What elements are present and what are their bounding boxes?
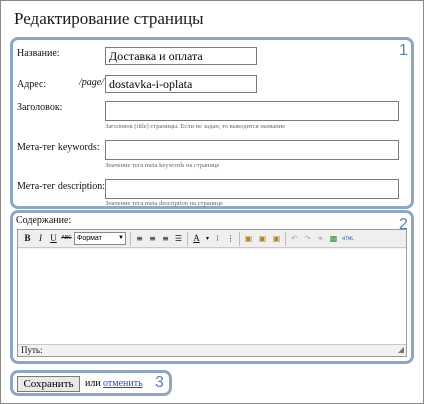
align-center-icon[interactable]: ≡ bbox=[146, 232, 159, 245]
description-input[interactable] bbox=[105, 179, 399, 199]
image-icon[interactable]: ▩ bbox=[327, 232, 340, 245]
toolbar-divider bbox=[239, 232, 240, 246]
heading-hint: Заголовок (title) страницы. Если не зада… bbox=[105, 123, 285, 130]
format-select-value: Формат bbox=[77, 235, 102, 242]
address-input[interactable]: dostavka-i-oplata bbox=[105, 75, 257, 93]
strikethrough-button[interactable]: ABC bbox=[60, 232, 73, 245]
redo-icon[interactable]: ↷ bbox=[301, 232, 314, 245]
html-source-button[interactable]: HTML bbox=[340, 232, 356, 245]
paste-word-icon[interactable]: ▣ bbox=[270, 232, 283, 245]
actions-section: Сохранить или отменить 3 bbox=[10, 370, 172, 396]
cancel-link[interactable]: отменить bbox=[103, 378, 143, 389]
bullet-list-icon[interactable]: ⁝ bbox=[211, 232, 224, 245]
keywords-label: Мета-тег keywords: bbox=[17, 142, 100, 153]
heading-input[interactable] bbox=[105, 101, 399, 121]
name-input[interactable]: Доставка и оплата bbox=[105, 47, 257, 65]
toolbar-divider bbox=[285, 232, 286, 246]
page-title: Редактирование страницы bbox=[14, 9, 204, 28]
editor-content-area[interactable] bbox=[18, 249, 406, 345]
paste-icon[interactable]: ▣ bbox=[242, 232, 255, 245]
save-button[interactable]: Сохранить bbox=[17, 376, 80, 392]
name-label: Название: bbox=[17, 48, 60, 59]
align-justify-icon[interactable]: ☰ bbox=[172, 232, 185, 245]
rich-text-editor: B I U ABC Формат ▼ ≡ ≡ ≡ ☰ A ▾ ⁝ ⋮ ▣ ▣ ▣… bbox=[17, 229, 407, 357]
undo-icon[interactable]: ↶ bbox=[288, 232, 301, 245]
keywords-input[interactable] bbox=[105, 140, 399, 160]
content-section: 2 Содержание: B I U ABC Формат ▼ ≡ ≡ ≡ ☰… bbox=[10, 210, 414, 364]
paste-text-icon[interactable]: ▣ bbox=[256, 232, 269, 245]
italic-button[interactable]: I bbox=[34, 232, 47, 245]
numbered-list-icon[interactable]: ⋮ bbox=[224, 232, 237, 245]
format-select[interactable]: Формат ▼ bbox=[74, 232, 126, 245]
bold-button[interactable]: B bbox=[21, 232, 34, 245]
editor-path-label: Путь: bbox=[21, 345, 43, 355]
keywords-hint: Значение тега meta keywords на странице bbox=[105, 162, 220, 169]
content-label: Содержание: bbox=[16, 215, 72, 226]
description-label: Мета-тег description: bbox=[17, 181, 106, 192]
toolbar-divider bbox=[187, 232, 188, 246]
section-number-3: 3 bbox=[155, 374, 164, 391]
link-icon[interactable]: ⚭ bbox=[314, 232, 327, 245]
heading-label: Заголовок: bbox=[17, 102, 63, 113]
editor-toolbar: B I U ABC Формат ▼ ≡ ≡ ≡ ☰ A ▾ ⁝ ⋮ ▣ ▣ ▣… bbox=[18, 230, 406, 248]
page-fields-section: 1 Название: Доставка и оплата Адрес: /pa… bbox=[10, 37, 414, 209]
section-number-1: 1 bbox=[399, 42, 408, 59]
chevron-down-icon: ▼ bbox=[118, 235, 124, 241]
address-prefix: /page/ bbox=[79, 77, 104, 88]
align-left-icon[interactable]: ≡ bbox=[133, 232, 146, 245]
resize-handle-icon[interactable]: ◢ bbox=[398, 345, 404, 354]
toolbar-divider bbox=[130, 232, 131, 246]
or-text: или bbox=[85, 378, 101, 389]
description-hint: Значение тега meta description на страни… bbox=[105, 200, 223, 207]
address-label: Адрес: bbox=[17, 79, 47, 90]
underline-button[interactable]: U bbox=[47, 232, 60, 245]
align-right-icon[interactable]: ≡ bbox=[159, 232, 172, 245]
